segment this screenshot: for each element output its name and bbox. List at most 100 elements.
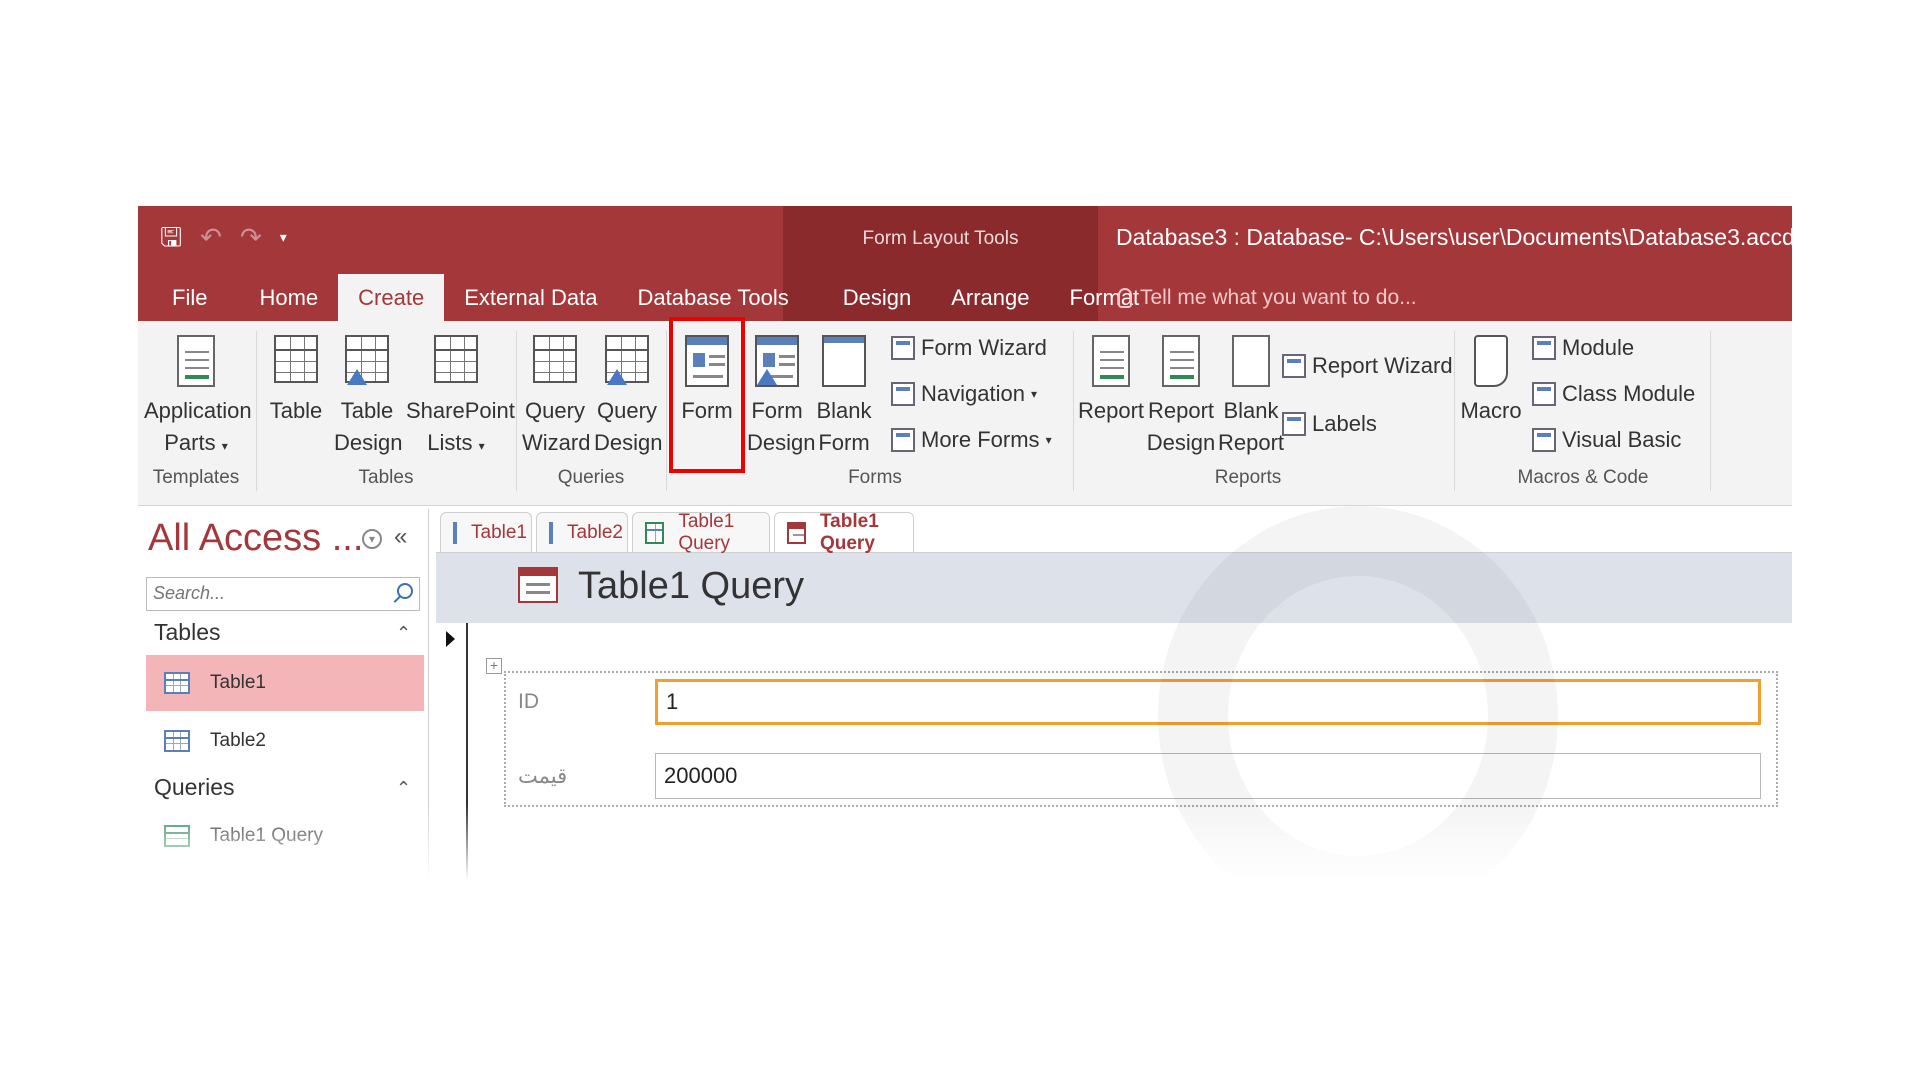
navigation-button[interactable]: Navigation ▾: [891, 381, 1037, 407]
undo-icon[interactable]: ↶: [200, 220, 222, 254]
form-wizard-icon: [891, 336, 915, 360]
nav-item-table2[interactable]: Table2: [146, 713, 424, 769]
group-label-tables: Tables: [358, 467, 414, 488]
class-module-button[interactable]: Class Module: [1532, 381, 1695, 407]
group-label-reports: Reports: [1214, 467, 1282, 488]
nav-menu-icon[interactable]: ▾: [362, 529, 382, 549]
query-wizard-label-2: Wizard: [522, 430, 591, 455]
tab-design[interactable]: Design: [823, 274, 931, 321]
shutter-collapse-icon[interactable]: «: [394, 523, 407, 551]
blank-report-label-1: Blank: [1223, 398, 1279, 423]
dropdown-arrow-icon: ▾: [1045, 433, 1052, 447]
tab-create[interactable]: Create: [338, 274, 445, 321]
nav-item-table1[interactable]: Table1: [146, 655, 424, 711]
form-design-button[interactable]: Form Design: [747, 335, 816, 459]
id-field[interactable]: [655, 679, 1761, 725]
form-header: Table1 Query: [436, 553, 1792, 623]
class-module-icon: [1532, 382, 1556, 406]
query-icon: [645, 521, 665, 544]
macro-label: Macro: [1460, 398, 1522, 423]
tab-file[interactable]: File: [138, 274, 239, 321]
contextual-tab-title: Form Layout Tools: [862, 228, 1019, 249]
form-icon: [787, 521, 806, 544]
navigation-pane: All Access ... ▾ « Tables ⌃ Table1 Table…: [142, 509, 429, 880]
application-parts-label-1: Application: [144, 398, 252, 423]
blank-form-label-2: Form: [818, 430, 870, 455]
table-icon: [453, 521, 457, 544]
search-icon[interactable]: [397, 583, 413, 599]
application-parts-button[interactable]: Application Parts ▾: [144, 335, 252, 462]
module-icon: [1532, 336, 1556, 360]
nav-pane-title[interactable]: All Access ...: [148, 517, 363, 560]
sharepoint-lists-button[interactable]: SharePoint Lists ▾: [406, 335, 515, 462]
visual-basic-label: Visual Basic: [1562, 427, 1682, 452]
nav-item-label: Table1 Query: [210, 825, 324, 846]
table-design-button[interactable]: Table Design: [334, 335, 402, 459]
module-button[interactable]: Module: [1532, 335, 1634, 361]
nav-item-table1-query[interactable]: Table1 Query: [146, 808, 424, 864]
section-queries[interactable]: Queries: [154, 774, 235, 801]
doc-tab-label: Table2: [567, 521, 623, 543]
record-selector[interactable]: [436, 623, 468, 880]
blank-form-button[interactable]: Blank Form: [814, 335, 874, 459]
query-design-label-2: Design: [594, 430, 663, 455]
collapse-section-icon[interactable]: ⌃: [396, 778, 411, 799]
sharepoint-lists-label-2: Lists: [427, 430, 473, 455]
tab-external-data[interactable]: External Data: [444, 274, 617, 321]
field-label-price: قیمت: [518, 765, 568, 788]
navigation-label: Navigation: [921, 381, 1025, 406]
table-button[interactable]: Table: [266, 335, 326, 427]
doc-tab-table2[interactable]: Table2: [536, 512, 628, 552]
report-button[interactable]: Report: [1078, 335, 1144, 427]
labels-label: Labels: [1312, 411, 1377, 436]
lightbulb-icon: [1118, 287, 1132, 308]
form-wizard-button[interactable]: Form Wizard: [891, 335, 1047, 361]
report-label: Report: [1078, 398, 1145, 423]
table-icon: [164, 730, 190, 752]
query-design-button[interactable]: Query Design: [594, 335, 663, 459]
form-icon: [518, 567, 558, 603]
tab-home[interactable]: Home: [239, 274, 338, 321]
table-label: Table: [269, 398, 323, 423]
nav-search: [146, 577, 420, 611]
class-module-label: Class Module: [1562, 381, 1696, 406]
group-separator: [516, 331, 517, 491]
doc-tab-table1-query-form[interactable]: Table1 Query: [774, 511, 914, 554]
tab-arrange[interactable]: Arrange: [931, 274, 1049, 321]
more-forms-button[interactable]: More Forms ▾: [891, 427, 1052, 453]
redo-icon[interactable]: ↷: [240, 220, 262, 254]
query-wizard-label-1: Query: [525, 398, 585, 423]
customize-qat-icon[interactable]: ▾: [280, 220, 287, 254]
search-input[interactable]: [147, 578, 389, 608]
report-wizard-icon: [1282, 354, 1306, 378]
layout-move-handle-icon[interactable]: +: [486, 658, 502, 674]
collapse-section-icon[interactable]: ⌃: [396, 623, 411, 644]
doc-tab-table1-query[interactable]: Table1 Query: [632, 511, 770, 554]
macro-button[interactable]: Macro: [1458, 335, 1524, 427]
report-design-button[interactable]: Report Design: [1146, 335, 1216, 459]
labels-button[interactable]: Labels: [1282, 411, 1377, 437]
blank-report-button[interactable]: Blank Report: [1218, 335, 1284, 459]
quick-access-toolbar: 🖫 ↶ ↷ ▾: [160, 220, 287, 254]
doc-tab-table1[interactable]: Table1: [440, 512, 532, 552]
save-icon[interactable]: 🖫: [160, 220, 182, 254]
form-design-label-2: Design: [747, 430, 816, 455]
highlight-box: [669, 317, 745, 473]
report-wizard-button[interactable]: Report Wizard: [1282, 353, 1453, 379]
blank-form-label-1: Blank: [816, 398, 872, 423]
report-design-icon: [1162, 335, 1200, 387]
price-field[interactable]: [655, 753, 1761, 799]
sharepoint-lists-icon: [434, 335, 478, 383]
table-icon: [549, 521, 553, 544]
tab-database-tools[interactable]: Database Tools: [617, 274, 808, 321]
visual-basic-button[interactable]: Visual Basic: [1532, 427, 1681, 453]
group-label-templates: Templates: [152, 467, 240, 488]
blank-report-label-2: Report: [1218, 430, 1285, 455]
window-title: Database3 : Database- C:\Users\user\Docu…: [1116, 224, 1792, 250]
form-title[interactable]: Table1 Query: [578, 565, 804, 608]
tell-me-box[interactable]: Tell me what you want to do...: [1118, 274, 1417, 321]
dropdown-arrow-icon: ▾: [1030, 387, 1037, 401]
query-wizard-button[interactable]: Query Wizard: [522, 335, 591, 459]
more-forms-icon: [891, 428, 915, 452]
section-tables[interactable]: Tables: [154, 619, 220, 646]
